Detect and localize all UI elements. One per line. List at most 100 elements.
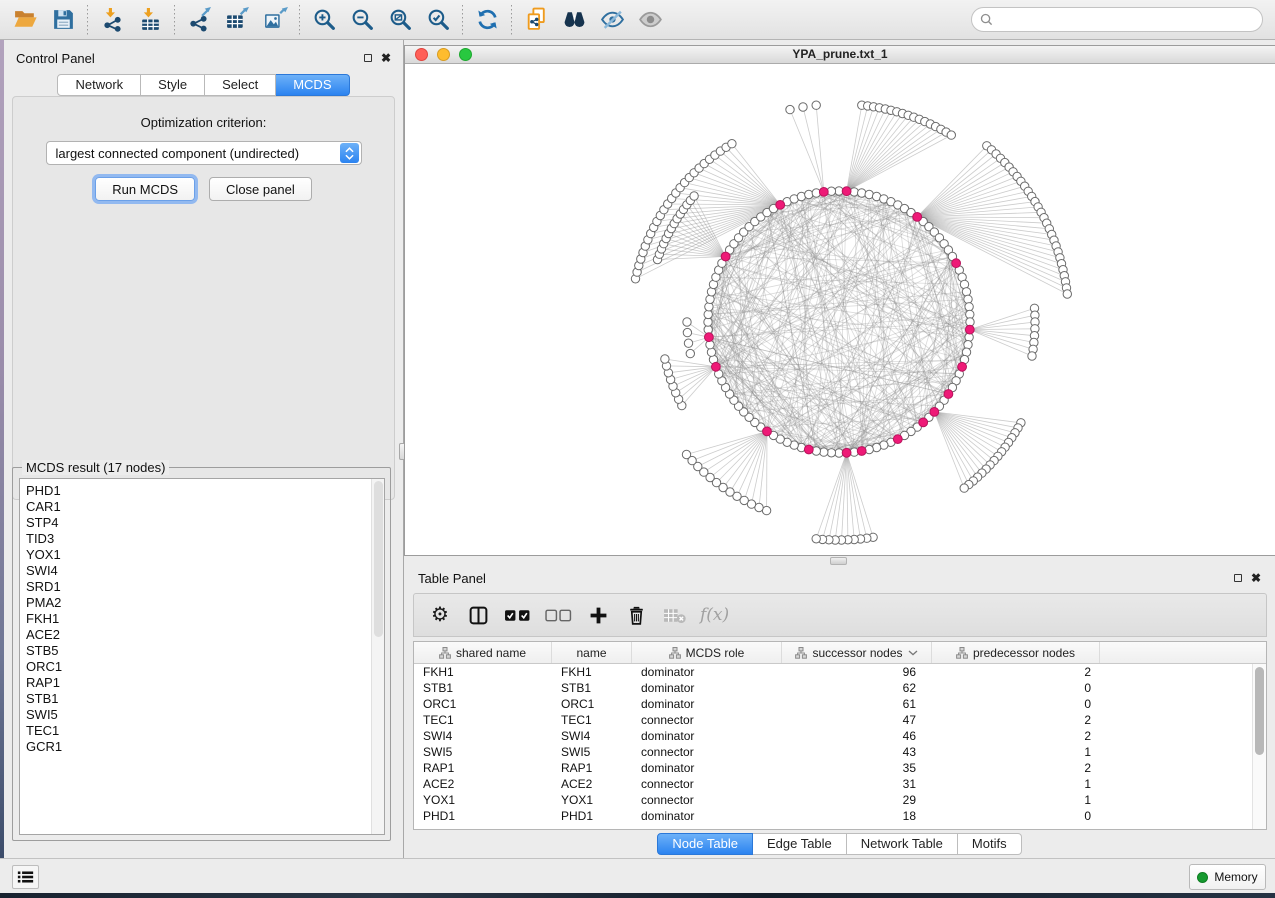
- network-dominator-node[interactable]: [776, 201, 785, 210]
- network-node[interactable]: [704, 310, 712, 318]
- network-leaf-node[interactable]: [690, 192, 698, 200]
- network-node[interactable]: [707, 348, 715, 356]
- zoom-in-button[interactable]: [305, 4, 343, 36]
- network-leaf-node[interactable]: [661, 355, 669, 363]
- table-row[interactable]: YOX1YOX1connector291: [414, 792, 1252, 808]
- network-dominator-node[interactable]: [919, 418, 928, 427]
- table-row[interactable]: STB1STB1dominator620: [414, 680, 1252, 696]
- network-dominator-node[interactable]: [842, 187, 851, 196]
- network-dominator-node[interactable]: [819, 188, 828, 197]
- mcds-result-item[interactable]: PMA2: [20, 595, 384, 611]
- network-window-titlebar[interactable]: YPA_prune.txt_1: [405, 46, 1275, 64]
- export-image-button[interactable]: [256, 4, 294, 36]
- network-leaf-node[interactable]: [686, 349, 694, 357]
- search-input[interactable]: [998, 13, 1254, 27]
- column-header-shared-name[interactable]: shared name: [414, 642, 552, 663]
- tab-select[interactable]: Select: [205, 74, 276, 96]
- first-neighbors-button[interactable]: [555, 4, 593, 36]
- table-scrollbar-thumb[interactable]: [1255, 667, 1264, 755]
- column-header-mcds-role[interactable]: MCDS role: [632, 642, 782, 663]
- network-node[interactable]: [827, 449, 835, 457]
- table-row[interactable]: RAP1RAP1dominator352: [414, 760, 1252, 776]
- delete-table-button[interactable]: [662, 602, 686, 628]
- column-header-successor-nodes[interactable]: successor nodes: [782, 642, 932, 663]
- export-table-button[interactable]: [218, 4, 256, 36]
- network-dominator-node[interactable]: [712, 362, 721, 371]
- table-row[interactable]: TEC1TEC1connector472: [414, 712, 1252, 728]
- close-panel-icon[interactable]: ✖: [381, 54, 391, 62]
- export-network-button[interactable]: [180, 4, 218, 36]
- mcds-result-item[interactable]: TID3: [20, 531, 384, 547]
- show-all-button[interactable]: [631, 4, 669, 36]
- select-all-rows-button[interactable]: [504, 602, 531, 628]
- save-session-button[interactable]: [44, 4, 82, 36]
- tab-edge-table[interactable]: Edge Table: [753, 833, 847, 855]
- zoom-out-button[interactable]: [343, 4, 381, 36]
- add-column-button[interactable]: [586, 602, 610, 628]
- network-node[interactable]: [964, 341, 972, 349]
- import-table-button[interactable]: [131, 4, 169, 36]
- mcds-result-item[interactable]: YOX1: [20, 547, 384, 563]
- network-leaf-node[interactable]: [684, 339, 692, 347]
- network-node[interactable]: [858, 189, 866, 197]
- tab-style[interactable]: Style: [141, 74, 205, 96]
- network-dominator-node[interactable]: [944, 390, 953, 399]
- network-dominator-node[interactable]: [893, 435, 902, 444]
- function-builder-button[interactable]: f(x): [700, 602, 729, 628]
- mcds-result-item[interactable]: STB5: [20, 643, 384, 659]
- mcds-result-item[interactable]: TEC1: [20, 723, 384, 739]
- mcds-result-item[interactable]: SRD1: [20, 579, 384, 595]
- network-leaf-node[interactable]: [812, 101, 820, 109]
- network-dominator-node[interactable]: [857, 447, 866, 456]
- network-dominator-node[interactable]: [913, 213, 922, 222]
- network-dominator-node[interactable]: [965, 325, 974, 334]
- run-mcds-button[interactable]: Run MCDS: [95, 177, 195, 201]
- table-row[interactable]: SWI4SWI4dominator462: [414, 728, 1252, 744]
- close-table-panel-icon[interactable]: ✖: [1251, 574, 1261, 582]
- network-dominator-node[interactable]: [705, 333, 714, 342]
- mcds-list-scrollbar[interactable]: [371, 479, 384, 834]
- refresh-view-button[interactable]: [468, 4, 506, 36]
- table-row[interactable]: ORC1ORC1dominator610: [414, 696, 1252, 712]
- open-file-button[interactable]: [6, 4, 44, 36]
- mcds-result-item[interactable]: RAP1: [20, 675, 384, 691]
- network-leaf-node[interactable]: [1063, 290, 1071, 298]
- mcds-result-item[interactable]: SWI5: [20, 707, 384, 723]
- table-scrollbar[interactable]: [1252, 664, 1266, 829]
- network-dominator-node[interactable]: [958, 362, 967, 371]
- network-dominator-node[interactable]: [952, 259, 961, 268]
- tab-node-table[interactable]: Node Table: [657, 833, 753, 855]
- mcds-result-item[interactable]: GCR1: [20, 739, 384, 755]
- table-row[interactable]: PHD1PHD1dominator180: [414, 808, 1252, 824]
- network-node[interactable]: [706, 295, 714, 303]
- table-settings-button[interactable]: ⚙: [428, 602, 452, 628]
- network-leaf-node[interactable]: [682, 450, 690, 458]
- close-panel-button[interactable]: Close panel: [209, 177, 312, 201]
- network-leaf-node[interactable]: [960, 484, 968, 492]
- table-row[interactable]: FKH1FKH1dominator962: [414, 664, 1252, 680]
- delete-column-button[interactable]: [624, 602, 648, 628]
- tab-network-table[interactable]: Network Table: [847, 833, 958, 855]
- float-table-panel-icon[interactable]: [1234, 574, 1242, 582]
- network-leaf-node[interactable]: [683, 318, 691, 326]
- zoom-fit-button[interactable]: [381, 4, 419, 36]
- import-network-button[interactable]: [93, 4, 131, 36]
- network-dominator-node[interactable]: [930, 408, 939, 417]
- deselect-all-rows-button[interactable]: [545, 602, 572, 628]
- network-node[interactable]: [965, 303, 973, 311]
- horizontal-splitter-handle[interactable]: [830, 557, 847, 565]
- network-leaf-node[interactable]: [683, 328, 691, 336]
- network-leaf-node[interactable]: [812, 535, 820, 543]
- tab-mcds[interactable]: MCDS: [276, 74, 349, 96]
- network-leaf-node[interactable]: [1028, 352, 1036, 360]
- hide-selected-button[interactable]: [593, 4, 631, 36]
- network-leaf-node[interactable]: [786, 105, 794, 113]
- network-node[interactable]: [805, 190, 813, 198]
- tab-motifs[interactable]: Motifs: [958, 833, 1022, 855]
- zoom-selected-button[interactable]: [419, 4, 457, 36]
- tab-network[interactable]: Network: [57, 74, 141, 96]
- network-dominator-node[interactable]: [721, 252, 730, 261]
- network-dominator-node[interactable]: [804, 445, 813, 454]
- network-leaf-node[interactable]: [947, 131, 955, 139]
- network-node[interactable]: [962, 288, 970, 296]
